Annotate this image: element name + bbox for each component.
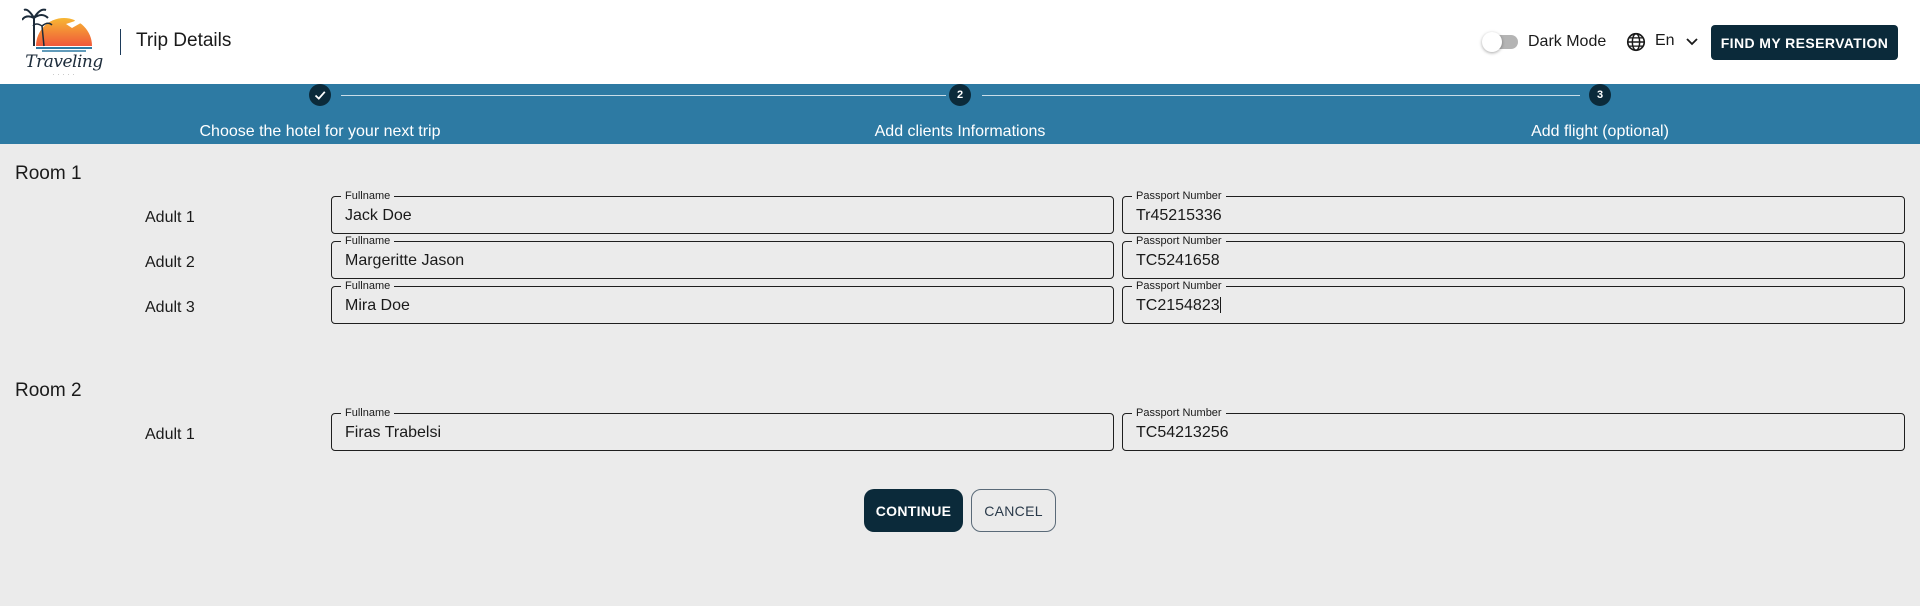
passport-field-label: Passport Number	[1132, 279, 1226, 293]
continue-button[interactable]: CONTINUE	[864, 489, 963, 532]
passport-field-label: Passport Number	[1132, 234, 1226, 248]
room-2-adult-1-passport-field[interactable]: Passport Number TC54213256	[1122, 406, 1905, 451]
room-1-adult-3-label: Adult 3	[145, 299, 195, 316]
room-1-adult-1-fullname-field[interactable]: Fullname Jack Doe	[331, 189, 1114, 234]
fullname-value: Firas Trabelsi	[345, 424, 442, 441]
dark-mode-label: Dark Mode	[1528, 33, 1607, 50]
header-divider	[120, 29, 121, 55]
page-title: Trip Details	[136, 30, 232, 51]
room-1-adult-2-label: Adult 2	[145, 254, 195, 271]
logo-subtext: · · · · ·	[52, 72, 76, 78]
fullname-field-label: Fullname	[341, 279, 395, 293]
check-icon	[314, 91, 326, 100]
dark-mode-toggle[interactable]	[1482, 32, 1518, 52]
room-1-adult-3-passport-field[interactable]: Passport Number TC2154823	[1122, 279, 1905, 324]
step-2-active[interactable]: 2	[949, 84, 971, 106]
text-cursor	[1219, 297, 1221, 313]
traveling-logo[interactable]: Traveling · · · · ·	[21, 4, 106, 82]
fullname-value: Margeritte Jason	[345, 252, 465, 269]
passport-value: Tr45215336	[1136, 207, 1222, 224]
step-2-label: Add clients Informations	[874, 123, 1046, 140]
logo-text: Traveling	[25, 52, 103, 72]
passport-text: TC2154823	[1136, 297, 1220, 314]
step-3-label: Add flight (optional)	[1531, 123, 1669, 140]
passport-value: TC2154823	[1136, 297, 1221, 315]
fullname-field-label: Fullname	[341, 189, 395, 203]
language-selector[interactable]: En	[1655, 32, 1675, 50]
passport-value: TC54213256	[1136, 424, 1229, 441]
room-1-adult-1-label: Adult 1	[145, 209, 195, 226]
fullname-value: Mira Doe	[345, 297, 410, 314]
find-my-reservation-button[interactable]: FIND MY RESERVATION	[1711, 25, 1898, 60]
room-1-adult-2-passport-field[interactable]: Passport Number TC5241658	[1122, 234, 1905, 279]
passport-value: TC5241658	[1136, 252, 1220, 269]
toggle-knob	[1482, 32, 1502, 52]
room-1-title: Room 1	[15, 163, 82, 184]
globe-icon[interactable]	[1625, 31, 1647, 53]
room-1-adult-1-passport-field[interactable]: Passport Number Tr45215336	[1122, 189, 1905, 234]
step-connector	[341, 95, 946, 96]
passport-field-label: Passport Number	[1132, 189, 1226, 203]
room-2-title: Room 2	[15, 380, 82, 401]
app-header: Traveling · · · · · Trip Details Dark Mo…	[0, 0, 1920, 84]
fullname-field-label: Fullname	[341, 406, 395, 420]
step-connector	[982, 95, 1580, 96]
step-3-pending[interactable]: 3	[1589, 84, 1611, 106]
passport-field-label: Passport Number	[1132, 406, 1226, 420]
cancel-button[interactable]: CANCEL	[971, 489, 1056, 532]
logo-sun-icon	[21, 8, 92, 52]
fullname-field-label: Fullname	[341, 234, 395, 248]
room-2-adult-1-label: Adult 1	[145, 426, 195, 443]
room-1-adult-3-fullname-field[interactable]: Fullname Mira Doe	[331, 279, 1114, 324]
step-1-completed[interactable]	[309, 84, 331, 106]
step-1-label: Choose the hotel for your next trip	[199, 123, 441, 140]
progress-stepper: 2 3 Choose the hotel for your next trip …	[0, 84, 1920, 144]
chevron-down-icon[interactable]	[1685, 36, 1699, 48]
room-2-adult-1-fullname-field[interactable]: Fullname Firas Trabelsi	[331, 406, 1114, 451]
fullname-value: Jack Doe	[345, 207, 412, 224]
room-1-adult-2-fullname-field[interactable]: Fullname Margeritte Jason	[331, 234, 1114, 279]
